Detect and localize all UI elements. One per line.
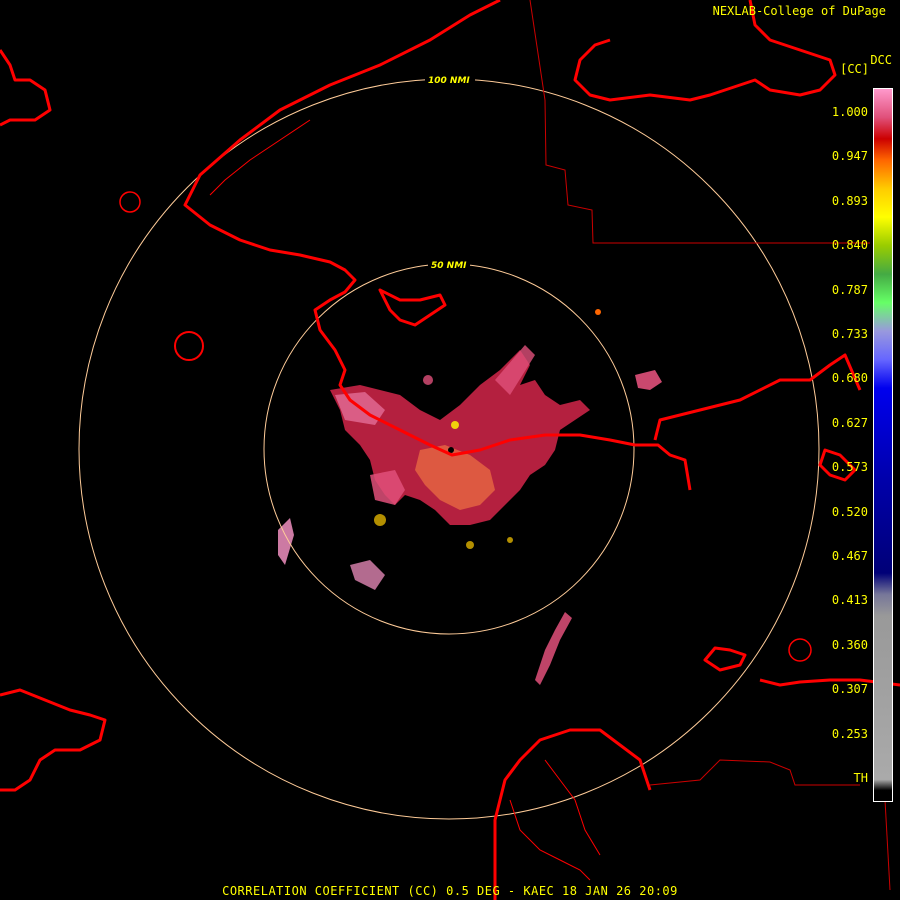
color-scale-tick: 0.307 bbox=[831, 682, 868, 697]
color-scale-tick: 0.627 bbox=[831, 415, 868, 430]
color-scale-tick: 0.733 bbox=[831, 327, 868, 341]
echo-southeast-streak bbox=[535, 612, 572, 685]
product-code-label: DCC bbox=[870, 53, 892, 67]
coastline-east bbox=[653, 353, 862, 441]
unit-label: [CC] bbox=[840, 62, 869, 76]
echo-speckle bbox=[423, 375, 433, 385]
coastline-northwest bbox=[0, 49, 52, 127]
echo-speckle bbox=[595, 309, 601, 315]
echo-south-patch bbox=[350, 560, 385, 590]
range-ring-label-50: 50 NMI bbox=[431, 261, 467, 271]
credit-label: NEXLAB-College of DuPage bbox=[712, 4, 886, 18]
color-scale-tick: 0.787 bbox=[831, 282, 868, 297]
lake-outline bbox=[174, 331, 204, 361]
color-scale-tick: 0.413 bbox=[831, 593, 868, 608]
color-scale-tick: 0.253 bbox=[831, 726, 868, 741]
echo-speckle bbox=[466, 541, 474, 549]
range-ring-label-100: 100 NMI bbox=[428, 76, 470, 86]
color-scale-tick: 0.893 bbox=[831, 193, 868, 208]
color-scale-tick: 0.573 bbox=[831, 460, 868, 475]
color-scale-tick: TH bbox=[853, 771, 868, 785]
state-borders bbox=[529, 0, 891, 891]
radar-echoes bbox=[278, 309, 662, 685]
coastline-south bbox=[493, 728, 652, 900]
color-scale-tick: 0.520 bbox=[831, 504, 868, 519]
color-scale-tick: 0.467 bbox=[831, 549, 868, 563]
coastline-southeast bbox=[703, 646, 900, 687]
color-scale-tick: 0.360 bbox=[831, 637, 868, 652]
lake-outline bbox=[119, 191, 141, 213]
product-caption: CORRELATION COEFFICIENT (CC) 0.5 DEG - K… bbox=[222, 884, 678, 898]
color-scale-tick: 1.000 bbox=[831, 105, 868, 119]
echo-speckle bbox=[451, 421, 459, 429]
color-scale-tick: 0.947 bbox=[831, 149, 868, 164]
lake-outline bbox=[788, 638, 812, 662]
coastline-southwest bbox=[0, 688, 107, 792]
color-scale-tick: 0.680 bbox=[831, 371, 868, 386]
echo-speckle bbox=[507, 537, 513, 543]
echo-east-blob bbox=[635, 370, 662, 390]
color-scale-tick: 0.840 bbox=[831, 238, 868, 253]
echo-speckle bbox=[374, 514, 386, 526]
inner-coastlines bbox=[209, 119, 601, 881]
coastline-sound bbox=[378, 288, 447, 327]
radar-map: 50 NMI 100 NMI bbox=[0, 0, 900, 900]
radar-display: 50 NMI 100 NMI NEXLAB-College of DuPage … bbox=[0, 0, 900, 900]
color-scale-bar bbox=[873, 88, 893, 802]
